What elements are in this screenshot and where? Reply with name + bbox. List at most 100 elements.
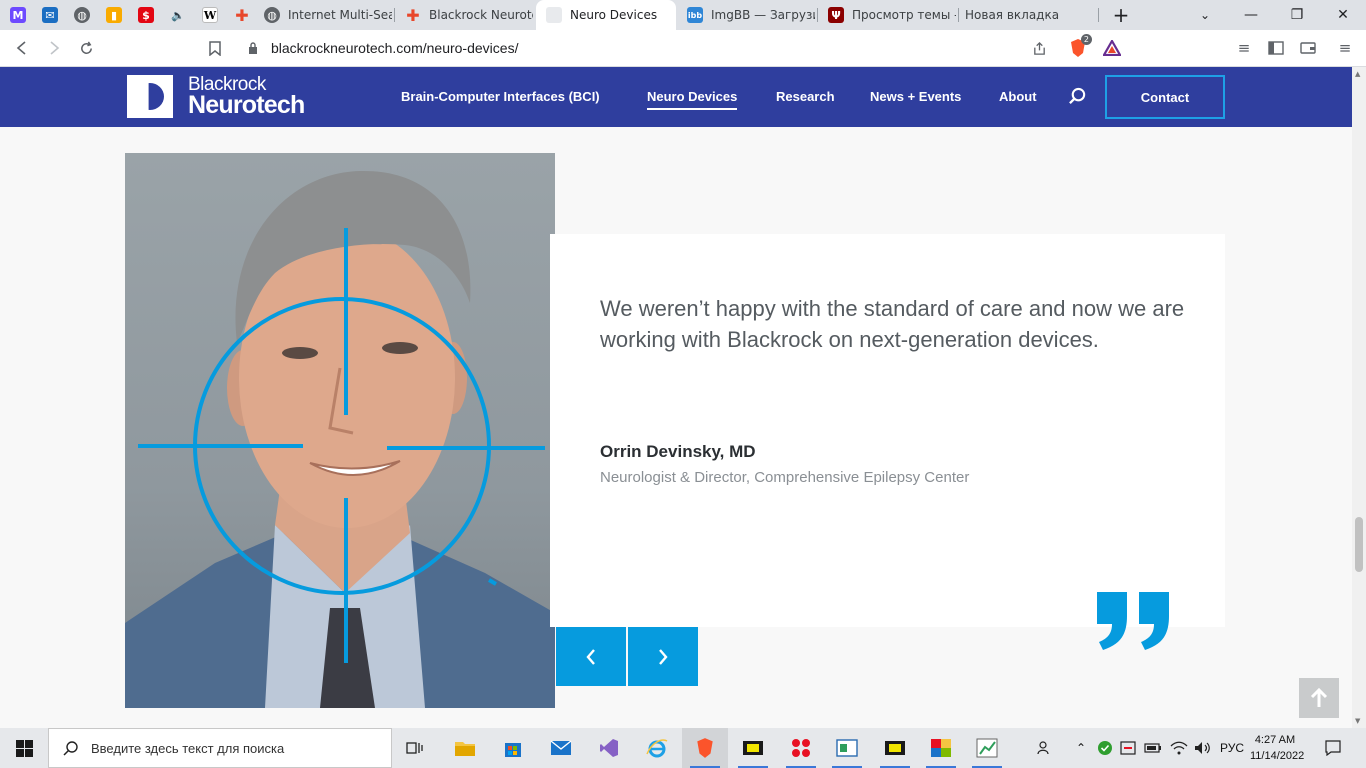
clock-date: 11/14/2022 xyxy=(1250,750,1305,762)
back-arrow-icon[interactable] xyxy=(10,36,34,60)
nav-item-news-events[interactable]: News + Events xyxy=(870,89,961,104)
nav-item-research[interactable]: Research xyxy=(776,89,835,104)
tab-imgbb[interactable]: ibb ImgBB — Загрузить xyxy=(677,0,817,30)
shield-count-badge: 2 xyxy=(1080,34,1092,45)
brave-rewards-icon[interactable] xyxy=(1100,36,1124,60)
tray-status-check-icon[interactable] xyxy=(1096,728,1114,768)
task-view-icon[interactable] xyxy=(392,728,438,768)
tab-title: Просмотр темы - G xyxy=(852,8,956,22)
page-icon xyxy=(546,7,562,23)
bank-icon: $ xyxy=(138,7,154,23)
imgbb-icon: ibb xyxy=(687,7,703,23)
windows-logo-icon xyxy=(15,739,33,757)
wifi-icon[interactable] xyxy=(1168,728,1190,768)
url-field[interactable]: blackrockneurotech.com/neuro-devices/ xyxy=(271,40,518,56)
taskbar-search-placeholder: Введите здесь текст для поиска xyxy=(91,740,285,756)
playlist-icon[interactable]: ≡ xyxy=(1232,36,1256,60)
wikipedia-icon: W xyxy=(202,7,218,23)
share-icon[interactable] xyxy=(1027,36,1051,60)
start-button[interactable] xyxy=(0,728,48,768)
tab-title: Новая вкладка xyxy=(965,8,1060,22)
app-icon-yellow-2[interactable] xyxy=(872,728,918,768)
reload-icon[interactable] xyxy=(74,36,98,60)
nav-item-neuro-devices[interactable]: Neuro Devices xyxy=(647,89,738,110)
nav-item-bci[interactable]: Brain-Computer Interfaces (BCI) xyxy=(401,89,600,104)
sidebar-icon[interactable] xyxy=(1264,36,1288,60)
search-icon[interactable] xyxy=(1068,87,1087,110)
app-icon-chart[interactable] xyxy=(964,728,1010,768)
system-clock[interactable]: 4:27 AM 11/14/2022 xyxy=(1250,732,1305,764)
brave-browser-icon[interactable] xyxy=(682,728,728,768)
notifications-icon[interactable] xyxy=(1318,728,1348,768)
battery-icon[interactable] xyxy=(1142,728,1164,768)
maximize-button[interactable]: ❐ xyxy=(1274,0,1320,30)
tray-expand-chevron-icon[interactable]: ⌃ xyxy=(1072,728,1090,768)
pinned-tab-bank[interactable]: $ xyxy=(130,0,162,30)
portrait-illustration xyxy=(125,170,555,708)
tab-blackrock-neurotech[interactable]: ✚ Blackrock Neurotech xyxy=(395,0,535,30)
page-scrollbar[interactable]: ▲ ▼ xyxy=(1352,67,1366,728)
app-icon-colorful[interactable] xyxy=(918,728,964,768)
file-explorer-icon[interactable] xyxy=(442,728,488,768)
speaker-icon: 🔈 xyxy=(171,8,185,22)
minimize-button[interactable]: — xyxy=(1228,0,1274,30)
volume-icon[interactable] xyxy=(1192,728,1214,768)
slider-next-button[interactable] xyxy=(628,627,698,686)
scroll-down-arrow-icon[interactable]: ▼ xyxy=(1355,717,1360,725)
pinned-tab-analytics[interactable]: ▮ xyxy=(98,0,130,30)
app-icon-yellow-1[interactable] xyxy=(730,728,776,768)
app-icon-red-dots[interactable] xyxy=(778,728,824,768)
lock-icon[interactable] xyxy=(244,36,262,60)
pinned-tab-wikipedia[interactable]: W xyxy=(194,0,226,30)
testimonial-author: Orrin Devinsky, MD xyxy=(600,442,756,461)
input-language-indicator[interactable]: РУС xyxy=(1218,728,1246,768)
quote-mark-icon xyxy=(1093,586,1175,656)
contact-button[interactable]: Contact xyxy=(1105,75,1225,119)
pinned-tab-globe[interactable]: ◍ xyxy=(66,0,98,30)
plus-cross-icon: ✚ xyxy=(406,5,420,25)
testimonial-quote: We weren’t happy with the standard of ca… xyxy=(600,296,1185,352)
scrollbar-thumb[interactable] xyxy=(1355,517,1363,572)
app-icon-window[interactable] xyxy=(824,728,870,768)
wallet-icon[interactable] xyxy=(1296,36,1320,60)
browser-toolbar: blackrockneurotech.com/neuro-devices/ 2 … xyxy=(0,30,1366,67)
tab-title: ImgBB — Загрузить xyxy=(711,8,815,22)
tray-app-icon[interactable] xyxy=(1118,728,1138,768)
nav-item-about[interactable]: About xyxy=(999,89,1037,104)
site-logo[interactable]: Blackrock Neurotech xyxy=(127,75,305,118)
people-icon[interactable] xyxy=(1034,728,1056,768)
outlook-icon: ✉ xyxy=(42,7,58,23)
tab-title: Internet Multi-Search xyxy=(288,8,392,22)
tab-search-chevron-icon[interactable]: ⌄ xyxy=(1182,0,1228,30)
brave-shield-icon[interactable]: 2 xyxy=(1066,34,1092,60)
scroll-up-arrow-icon[interactable]: ▲ xyxy=(1355,70,1360,78)
tab-title: Blackrock Neurotech xyxy=(429,8,533,22)
internet-explorer-icon[interactable] xyxy=(634,728,680,768)
tab-internet-multi-search[interactable]: ◍ Internet Multi-Search xyxy=(254,0,394,30)
search-icon xyxy=(63,741,78,756)
taskbar-search-box[interactable]: Введите здесь текст для поиска xyxy=(48,728,392,768)
testimonial-card: We weren’t happy with the standard of ca… xyxy=(550,234,1225,627)
bookmark-icon[interactable] xyxy=(203,36,227,60)
pinned-tab-proton[interactable]: M xyxy=(2,0,34,30)
tab-neuro-devices[interactable]: Neuro Devices xyxy=(536,0,676,30)
testimonial-author-role: Neurologist & Director, Comprehensive Ep… xyxy=(600,469,970,486)
arrow-up-icon xyxy=(1310,687,1328,707)
tab-forum-topic[interactable]: Ψ Просмотр темы - G xyxy=(818,0,958,30)
logo-mark-icon xyxy=(127,75,173,118)
windows-taskbar: Введите здесь текст для поиска ⌃ РУС 4:2… xyxy=(0,728,1366,768)
new-tab-button[interactable]: + xyxy=(1098,0,1144,30)
back-to-top-button[interactable] xyxy=(1299,678,1339,718)
close-window-button[interactable]: ✕ xyxy=(1320,0,1366,30)
testimonial-portrait xyxy=(125,153,555,708)
menu-icon[interactable]: ≡ xyxy=(1333,36,1357,60)
visual-studio-icon[interactable] xyxy=(586,728,632,768)
pinned-tab-audio[interactable]: 🔈 xyxy=(162,0,194,30)
globe-icon: ◍ xyxy=(264,7,280,23)
pinned-tab-outlook[interactable]: ✉ xyxy=(34,0,66,30)
microsoft-store-icon[interactable] xyxy=(490,728,536,768)
tab-new-tab[interactable]: Новая вкладка xyxy=(955,0,1095,30)
mail-app-icon[interactable] xyxy=(538,728,584,768)
slider-prev-button[interactable] xyxy=(556,627,626,686)
forward-arrow-icon[interactable] xyxy=(42,36,66,60)
